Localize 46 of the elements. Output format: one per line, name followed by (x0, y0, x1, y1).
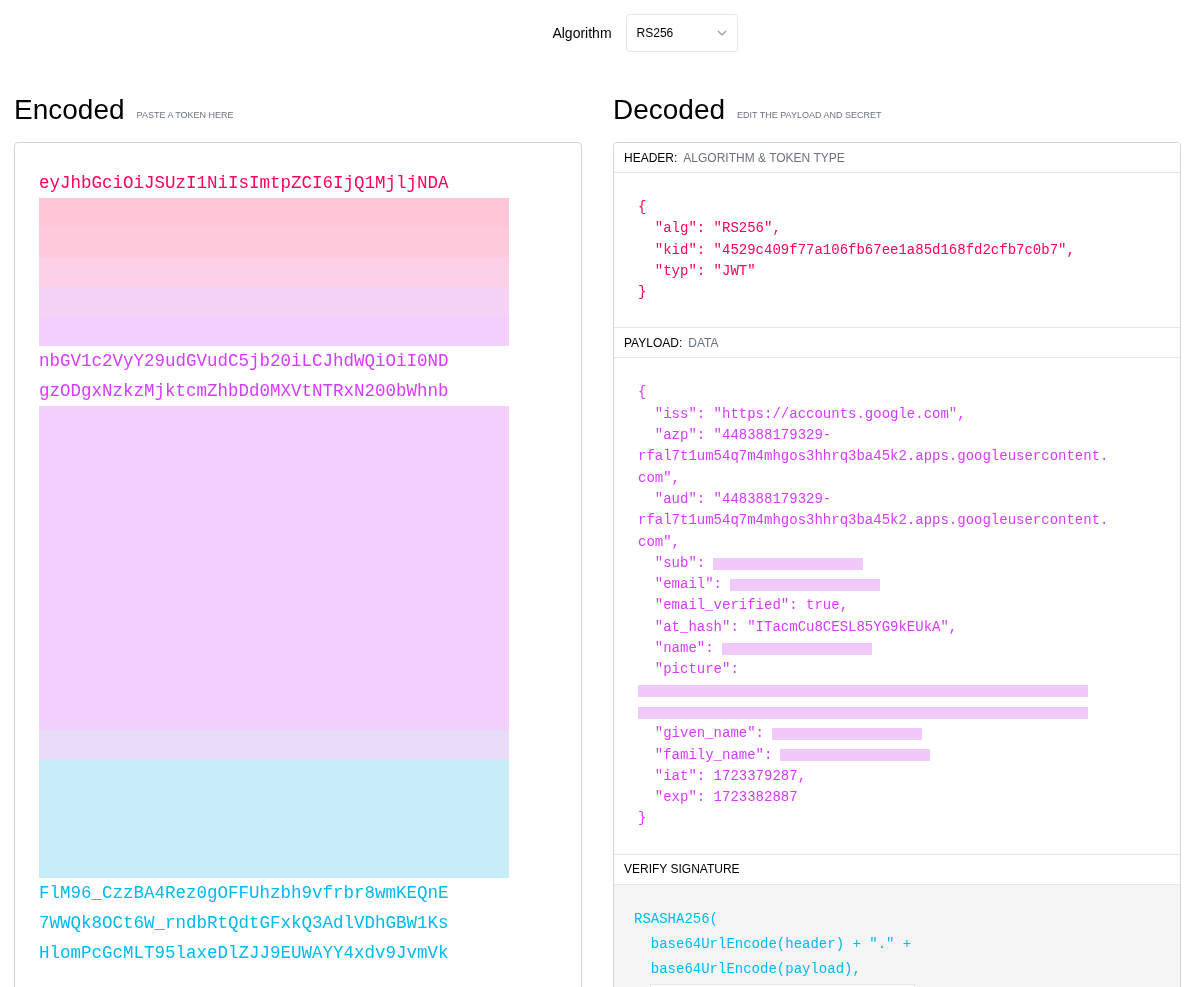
token-input[interactable] (14, 142, 582, 987)
json-line: { (638, 383, 648, 403)
json-line: com", (638, 532, 681, 552)
algorithm-select[interactable]: RS256 (625, 14, 738, 52)
chevron-down-icon (716, 30, 727, 36)
signature-line: base64UrlEncode(payload), (649, 959, 862, 979)
json-line: "alg": "RS256", (653, 219, 782, 239)
json-line: "aud": "448388179329- (653, 489, 833, 509)
panel-sublabel: ALGORITHM & TOKEN TYPE (683, 149, 845, 167)
json-line: "exp": 1723382887 (653, 788, 799, 808)
token-text: 7WWQk8OCt6W_rndbRtQdtGFxkQ3AdlVDhGBW1Ks (39, 911, 450, 935)
json-line: "email": (653, 575, 722, 595)
json-line: "typ": "JWT" (653, 261, 757, 281)
token-text: FlM96_CzzBA4Rez0gOFFUhzbh9vfrbr8wmKEQnE (39, 881, 450, 905)
json-line: "iat": 1723379287, (653, 766, 808, 786)
json-line: com", (638, 468, 681, 488)
token-text: nbGV1c2VyY29udGVudC5jb20iLCJhdWQiOiI0ND (39, 349, 450, 373)
json-line: } (638, 809, 648, 829)
panel-sublabel: DATA (688, 335, 719, 352)
json-line: "given_name": (653, 724, 765, 744)
json-line: rfal7t1um54q7m4mhgos3hhrq3ba45k2.apps.googleusercontent. (638, 447, 1110, 467)
panel-label: PAYLOAD: (624, 335, 683, 352)
signature-line: RSASHA256( (634, 909, 719, 929)
section-hint: EDIT THE PAYLOAD AND SECRET (737, 108, 882, 122)
json-line: "at_hash": "ITacmCu8CESL85YG9kEUkA", (653, 617, 959, 637)
json-line: rfal7t1um54q7m4mhgos3hhrq3ba45k2.apps.googleusercontent. (638, 511, 1110, 531)
token-text: gzODgxNzkzMjktcmZhbDd0MXVtNTRxN200bWhnb (39, 379, 450, 403)
json-line: "name": (653, 639, 714, 659)
section-hint: PASTE A TOKEN HERE (136, 108, 234, 122)
algorithm-label: Algorithm (552, 23, 612, 43)
section-title: Encoded (14, 96, 125, 124)
token-text: eyJhbGciOiJSUzI1NiIsImtpZCI6IjQ1MjljNDA (39, 172, 450, 195)
section-title: Decoded (613, 96, 726, 124)
json-line: "picture": (653, 660, 740, 680)
panel-label: VERIFY SIGNATURE (624, 861, 740, 879)
json-line: { (638, 198, 648, 217)
signature-line: base64UrlEncode(header) + "." + (649, 934, 913, 954)
token-text: HlomPcGcMLT95laxeDlZJJ9EUWAYY4xdv9JvmVk (39, 941, 450, 965)
json-line: "kid": "4529c409f77a106fb67ee1a85d168fd2cfb7c0b7", (653, 240, 1076, 260)
panel-label: HEADER: (624, 149, 678, 167)
json-line: } (638, 283, 648, 303)
json-line: "iss": "https://accounts.google.com", (653, 404, 967, 424)
json-line: "email_verified": true, (653, 596, 850, 616)
json-line: "azp": "448388179329- (653, 426, 833, 446)
json-line: "family_name": (653, 745, 773, 765)
json-line: "sub": (653, 553, 706, 573)
